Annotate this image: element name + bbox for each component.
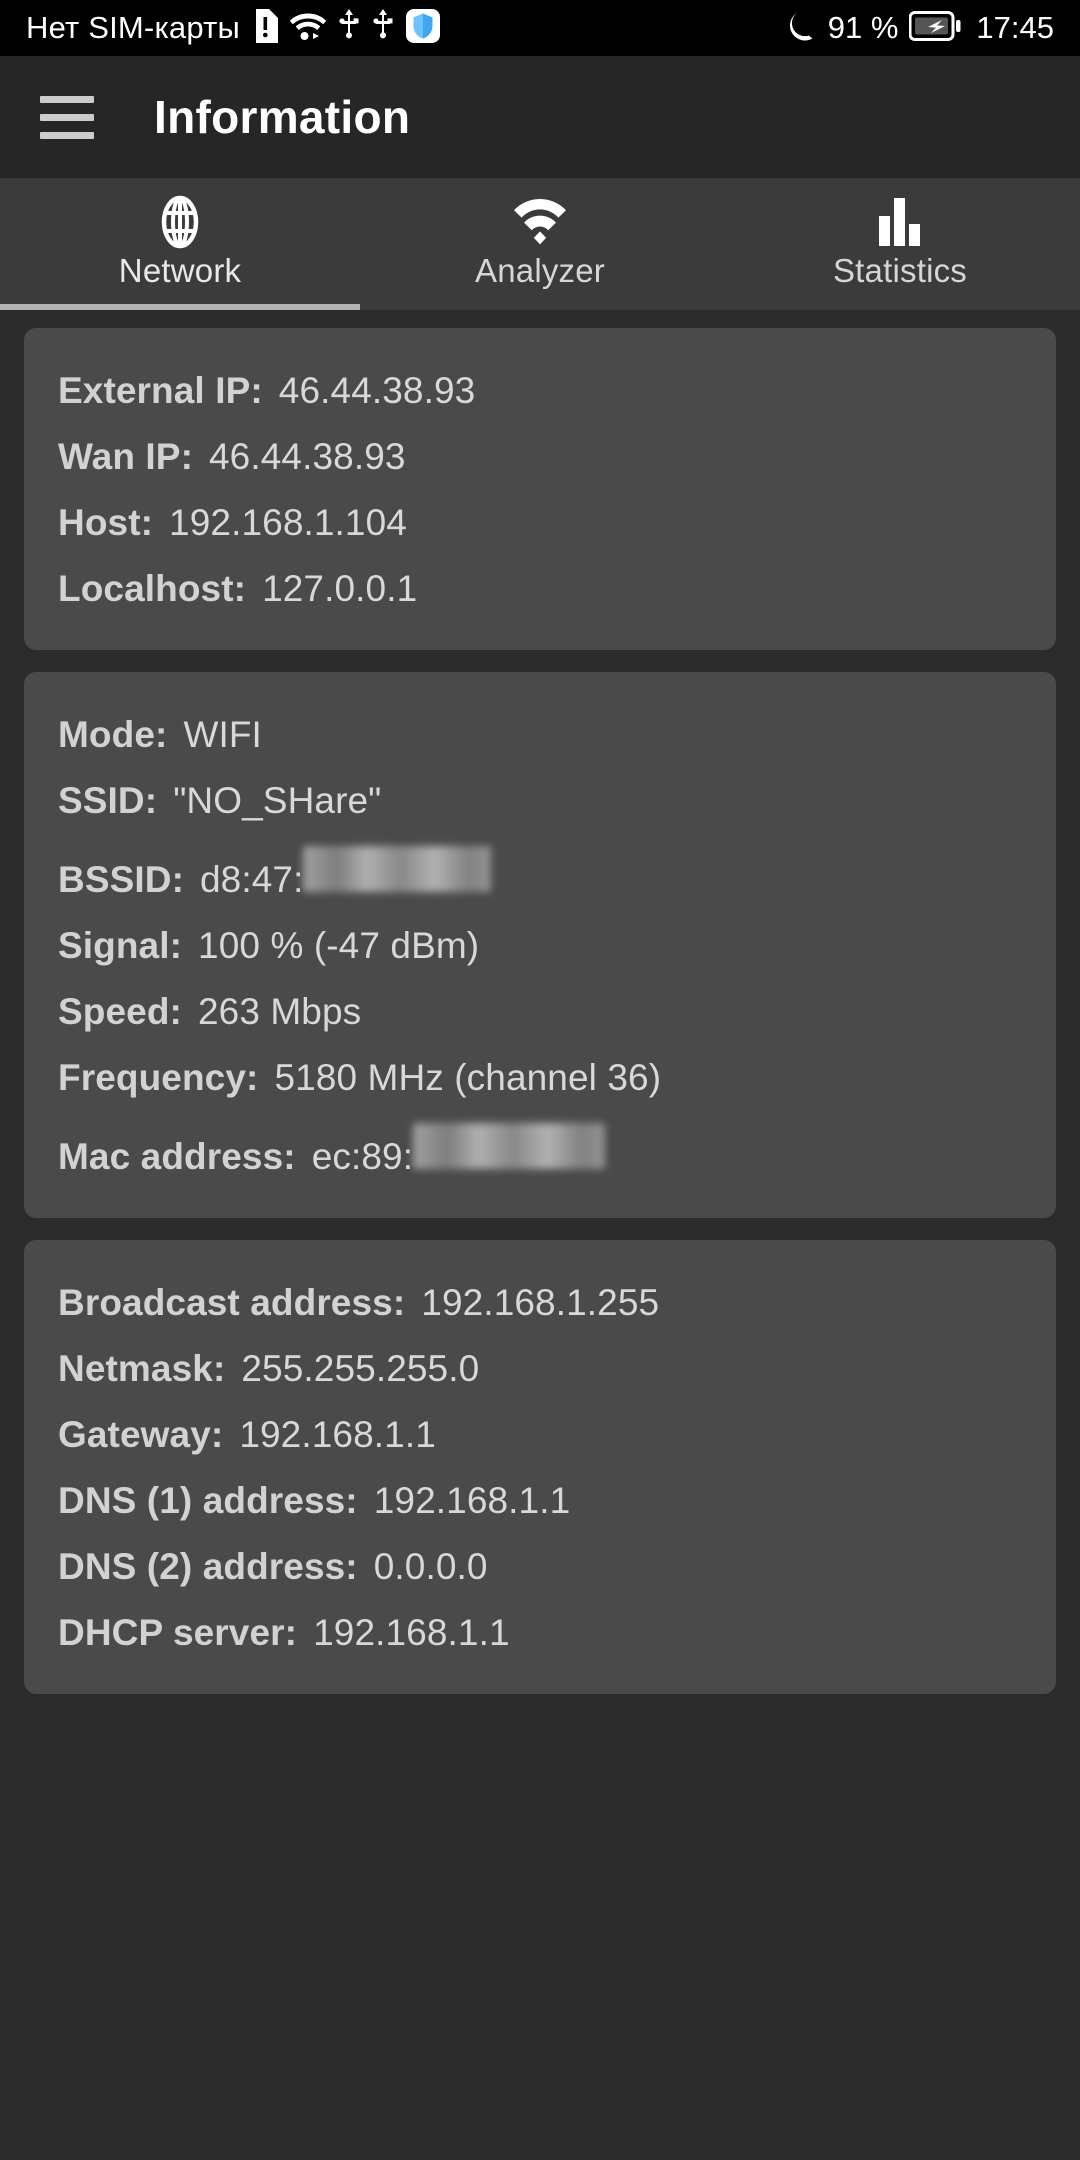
hamburger-icon[interactable]	[40, 90, 94, 145]
row-label: Gateway:	[58, 1414, 224, 1455]
row-value: 192.168.1.104	[169, 502, 407, 543]
row-label: Mode:	[58, 714, 168, 755]
row-label: Wan IP:	[58, 436, 193, 477]
row-label: DNS (2) address:	[58, 1546, 358, 1587]
row-value: 127.0.0.1	[262, 568, 418, 609]
row-value: 5180 MHz (channel 36)	[274, 1057, 662, 1098]
network-info-list: External IP: 46.44.38.93 Wan IP: 46.44.3…	[0, 310, 1080, 1694]
row-value: "NO_SHare"	[173, 780, 382, 821]
info-row: Wan IP: 46.44.38.93	[58, 424, 1022, 490]
row-value: 192.168.1.255	[421, 1282, 660, 1323]
info-row: DNS (1) address: 192.168.1.1	[58, 1468, 1022, 1534]
row-value: WIFI	[183, 714, 262, 755]
status-bar-right: 91 % 17:45	[787, 10, 1054, 47]
status-bar: Нет SIM-карты 91 % 17:45	[0, 0, 1080, 56]
row-value: 46.44.38.93	[209, 436, 406, 477]
shield-icon	[405, 8, 440, 48]
info-row: Frequency: 5180 MHz (channel 36)	[58, 1045, 1022, 1111]
page-title: Information	[154, 91, 411, 143]
info-row: DNS (2) address: 0.0.0.0	[58, 1534, 1022, 1600]
sim-alert-icon	[252, 8, 278, 48]
tab-network[interactable]: Network	[0, 178, 360, 310]
info-row: BSSID: d8:47:	[58, 834, 1022, 913]
wifi-icon	[289, 11, 327, 46]
row-label: SSID:	[58, 780, 158, 821]
row-label: Frequency:	[58, 1057, 259, 1098]
row-label: Signal:	[58, 925, 183, 966]
row-value: 192.168.1.1	[373, 1480, 571, 1521]
info-row: SSID: "NO_SHare"	[58, 768, 1022, 834]
row-label: DHCP server:	[58, 1612, 298, 1653]
info-row: Broadcast address: 192.168.1.255	[58, 1270, 1022, 1336]
row-value: 100 % (-47 dBm)	[198, 925, 480, 966]
row-label: BSSID:	[58, 859, 184, 900]
app-bar: Information	[0, 56, 1080, 178]
info-row: Host: 192.168.1.104	[58, 490, 1022, 556]
tab-label: Analyzer	[475, 252, 605, 289]
row-label: DNS (1) address:	[58, 1480, 358, 1521]
status-bar-left: Нет SIM-карты	[26, 8, 440, 48]
globe-icon	[156, 195, 204, 249]
tab-label: Statistics	[832, 252, 968, 289]
info-row: Netmask: 255.255.255.0	[58, 1336, 1022, 1402]
redacted-bssid	[303, 846, 492, 892]
moon-icon	[787, 10, 817, 47]
info-row: Mode: WIFI	[58, 702, 1022, 768]
clock-label: 17:45	[976, 10, 1054, 45]
row-label: Host:	[58, 502, 154, 543]
battery-percent-label: 91 %	[827, 10, 899, 45]
usb-icon	[372, 8, 394, 48]
tab-label: Network	[118, 252, 242, 289]
ip-info-card: External IP: 46.44.38.93 Wan IP: 46.44.3…	[24, 328, 1056, 650]
row-label: Broadcast address:	[58, 1282, 406, 1323]
info-row: External IP: 46.44.38.93	[58, 358, 1022, 424]
tab-statistics[interactable]: Statistics	[720, 178, 1080, 310]
redacted-mac-address	[413, 1123, 606, 1169]
row-label: Netmask:	[58, 1348, 226, 1389]
bar-chart-icon	[875, 198, 925, 246]
info-row: Mac address: ec:89:	[58, 1111, 1022, 1190]
carrier-label: Нет SIM-карты	[26, 10, 240, 45]
row-value: 192.168.1.1	[239, 1414, 436, 1455]
tab-analyzer[interactable]: Analyzer	[360, 178, 720, 310]
tab-bar: Network Analyzer Statistics	[0, 178, 1080, 310]
row-value: d8:47:	[200, 859, 304, 900]
row-value: 263 Mbps	[197, 991, 362, 1032]
info-row: Signal: 100 % (-47 dBm)	[58, 913, 1022, 979]
wifi-info-card: Mode: WIFI SSID: "NO_SHare" BSSID: d8:47…	[24, 672, 1056, 1218]
row-label: External IP:	[58, 370, 263, 411]
info-row: DHCP server: 192.168.1.1	[58, 1600, 1022, 1666]
row-value: ec:89:	[311, 1136, 414, 1177]
wifi-icon	[512, 198, 568, 246]
row-label: Localhost:	[58, 568, 247, 609]
lan-info-card: Broadcast address: 192.168.1.255 Netmask…	[24, 1240, 1056, 1694]
tab-active-indicator	[0, 304, 360, 310]
row-value: 255.255.255.0	[241, 1348, 480, 1389]
info-row: Speed: 263 Mbps	[58, 979, 1022, 1045]
row-label: Speed:	[58, 991, 182, 1032]
row-label: Mac address:	[58, 1136, 296, 1177]
row-value: 192.168.1.1	[313, 1612, 510, 1653]
row-value: 0.0.0.0	[373, 1546, 488, 1587]
battery-charging-icon	[908, 10, 961, 47]
info-row: Localhost: 127.0.0.1	[58, 556, 1022, 622]
info-row: Gateway: 192.168.1.1	[58, 1402, 1022, 1468]
row-value: 46.44.38.93	[278, 370, 476, 411]
usb-icon	[338, 8, 360, 48]
